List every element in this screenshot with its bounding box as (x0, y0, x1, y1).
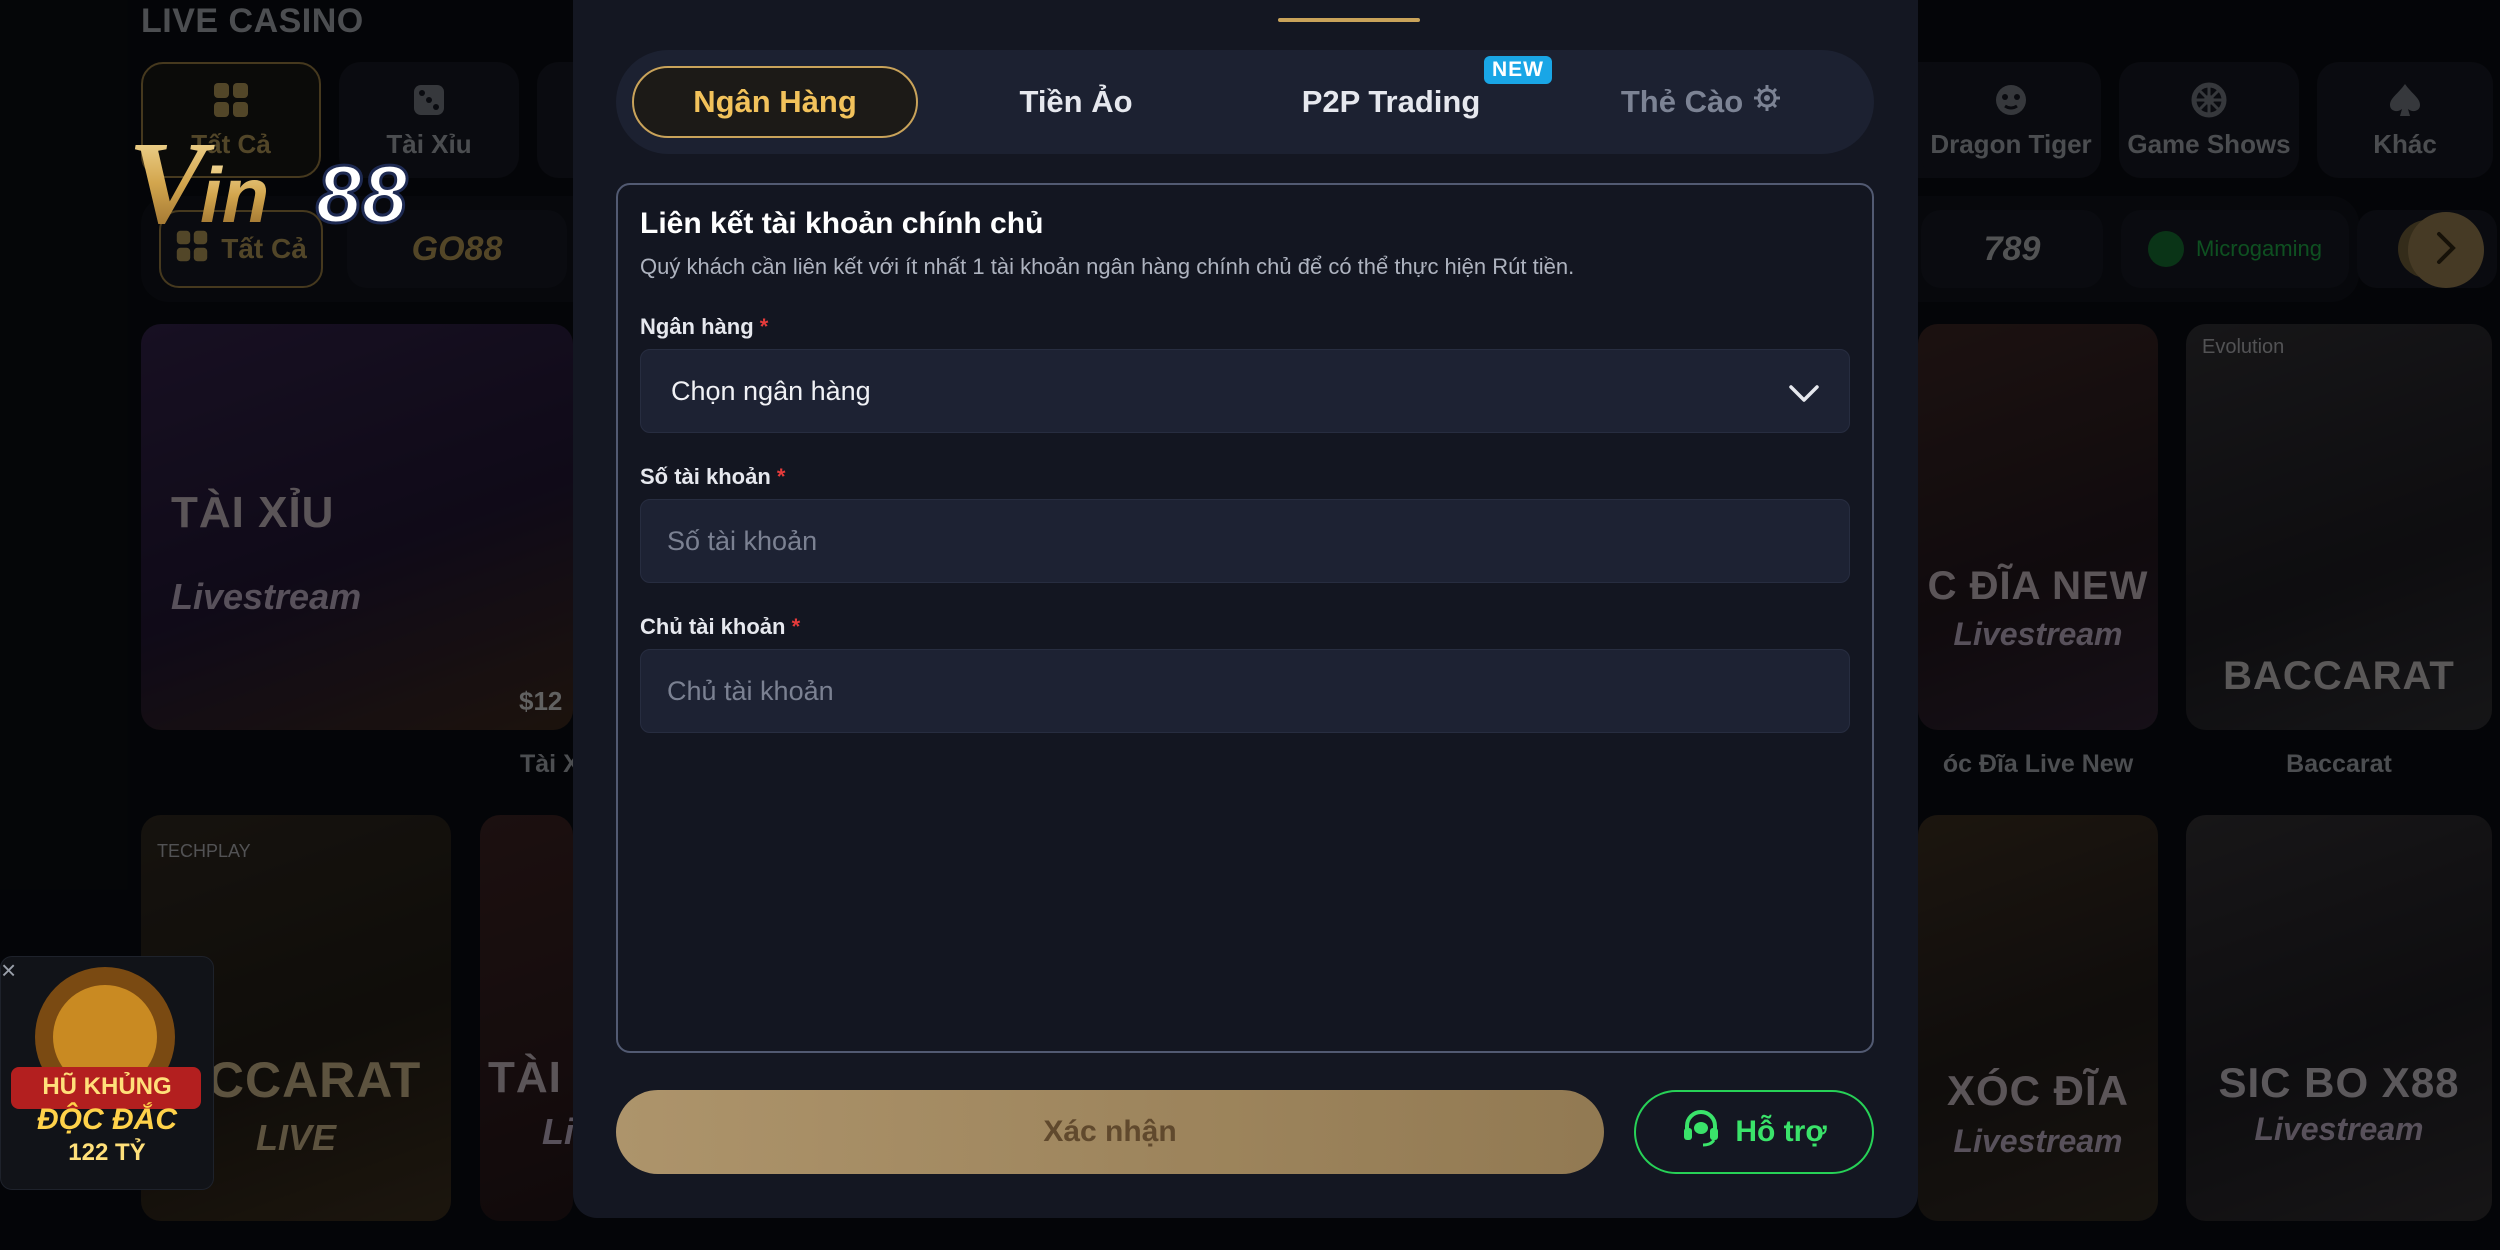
game-art-subtitle: Livestream (2254, 1111, 2424, 1147)
provider-label: TECHPLAY (157, 841, 251, 861)
required-mark: * (791, 614, 801, 639)
game-art-title: XÓC ĐĨA (1946, 1067, 2129, 1114)
game-art-subtitle: Livestream (1953, 1123, 2123, 1159)
game-art-subtitle: Livestream (1953, 616, 2123, 652)
link-account-form (616, 183, 1874, 1053)
category-tab-game-shows[interactable]: Game Shows (2119, 62, 2299, 178)
category-tab-dragon-tiger[interactable]: Dragon Tiger (1921, 62, 2101, 178)
game-card[interactable]: TÀI XỈU Livestream $12 (141, 324, 573, 730)
game-card[interactable]: Evolution BACCARAT (2186, 324, 2492, 730)
microgaming-logo (2148, 231, 2185, 267)
account-number-input[interactable]: Số tài khoản (640, 499, 1850, 583)
vin88-logo[interactable]: V in 88 (124, 117, 484, 248)
confirm-button[interactable]: Xác nhận (616, 1090, 1604, 1174)
account-holder-input[interactable]: Chủ tài khoản (640, 649, 1850, 733)
jackpot-line1: HŨ KHỦNG (42, 1073, 172, 1100)
close-icon[interactable]: × (1, 957, 23, 983)
section-title: LIVE CASINO (141, 2, 364, 40)
category-tab-label: Game Shows (2127, 128, 2291, 159)
tab-label: P2P Trading (1301, 84, 1481, 119)
tab-crypto[interactable]: Tiền Ảo (946, 66, 1206, 138)
wheel-icon (2190, 81, 2228, 119)
provider-scroll-next-button[interactable] (2408, 212, 2484, 288)
chevron-down-icon (1787, 376, 1821, 417)
chevron-right-icon (2432, 230, 2460, 271)
jackpot-line2: ĐỘC ĐẮC (37, 1103, 177, 1136)
required-mark: * (776, 464, 786, 489)
provider-chip-label: Tất Cả (221, 233, 307, 264)
input-placeholder: Chủ tài khoản (667, 675, 834, 706)
game-name: Tài X (520, 750, 580, 778)
789club-logo: 789 (1983, 229, 2041, 268)
game-card[interactable]: C ĐĨA NEW Livestream (1918, 324, 2158, 730)
account-number-label: Số tài khoản * (640, 464, 785, 490)
input-placeholder: Số tài khoản (667, 525, 818, 556)
tab-label: Ngân Hàng (693, 84, 857, 119)
spade-icon (2386, 81, 2424, 119)
game-art-subtitle: Li (542, 1111, 573, 1152)
label-text: Số tài khoản (640, 464, 771, 489)
dice-icon (410, 81, 448, 119)
tab-scratch-card[interactable]: Thẻ Cào (1556, 66, 1846, 138)
bank-field-label: Ngân hàng * (640, 314, 768, 340)
game-art-title: BACCARAT (2223, 654, 2455, 698)
game-art-title: TÀI XỈU (171, 488, 335, 537)
jackpot-widget[interactable]: × HŨ KHỦNG ĐỘC ĐẮC 122 TỶ (0, 956, 214, 1190)
game-art-title: C ĐĨA NEW (1927, 564, 2149, 608)
category-tab-partial[interactable] (537, 62, 573, 178)
support-label: Hỗ trợ (1735, 1115, 1827, 1148)
new-badge: NEW (1484, 56, 1552, 84)
provider-chip-789club[interactable]: 789 (1921, 210, 2103, 288)
game-art-title: SIC BO X88 (2218, 1059, 2460, 1106)
jackpot-line3: 122 TỶ (68, 1139, 146, 1166)
provider-chip-label: Microgaming (2196, 236, 2322, 261)
bank-select[interactable]: Chọn ngân hàng (640, 349, 1850, 433)
provider-chip-microgaming[interactable]: Microgaming (2121, 210, 2349, 288)
game-name: Baccarat (2286, 750, 2392, 778)
support-button[interactable]: Hỗ trợ (1634, 1090, 1874, 1174)
category-tab-label: Dragon Tiger (1930, 128, 2092, 159)
bank-select-value: Chọn ngân hàng (671, 375, 871, 406)
label-text: Ngân hàng (640, 314, 754, 339)
tiger-icon (1992, 81, 2030, 119)
payment-method-tabs: Ngân Hàng Tiền Ảo P2P Trading Thẻ Cào (616, 50, 1874, 154)
go88-logo: GO88 (411, 229, 503, 268)
svg-text:88: 88 (316, 149, 408, 230)
required-mark: * (759, 314, 769, 339)
category-tab-label: Khác (2373, 128, 2437, 159)
label-text: Chủ tài khoản (640, 614, 786, 639)
gear-icon (1753, 84, 1781, 120)
headset-icon (1681, 1108, 1721, 1156)
tab-label: Tiền Ảo (1019, 84, 1133, 119)
jackpot-amount: $12 (519, 686, 563, 716)
tab-label: Thẻ Cào (1620, 84, 1744, 119)
game-art-subtitle: Livestream (171, 576, 362, 617)
tab-bank[interactable]: Ngân Hàng (632, 66, 918, 138)
form-description: Quý khách cần liên kết với ít nhất 1 tài… (640, 254, 1575, 279)
svg-text:in: in (200, 151, 269, 230)
game-art-title: TÀI (488, 1053, 562, 1102)
category-tab-other[interactable]: Khác (2317, 62, 2493, 178)
account-holder-label: Chủ tài khoản * (640, 614, 800, 640)
modal-active-indicator (1278, 18, 1420, 22)
game-card[interactable]: TÀI Li (480, 815, 573, 1221)
game-name: óc Đĩa Live New (1942, 750, 2134, 778)
grid-icon (212, 81, 250, 119)
game-card[interactable]: SIC BO X88 Livestream (2186, 815, 2492, 1221)
form-heading: Liên kết tài khoản chính chủ (640, 207, 1044, 240)
provider-label: Evolution (2202, 336, 2285, 358)
game-card[interactable]: XÓC ĐĨA Livestream (1918, 815, 2158, 1221)
